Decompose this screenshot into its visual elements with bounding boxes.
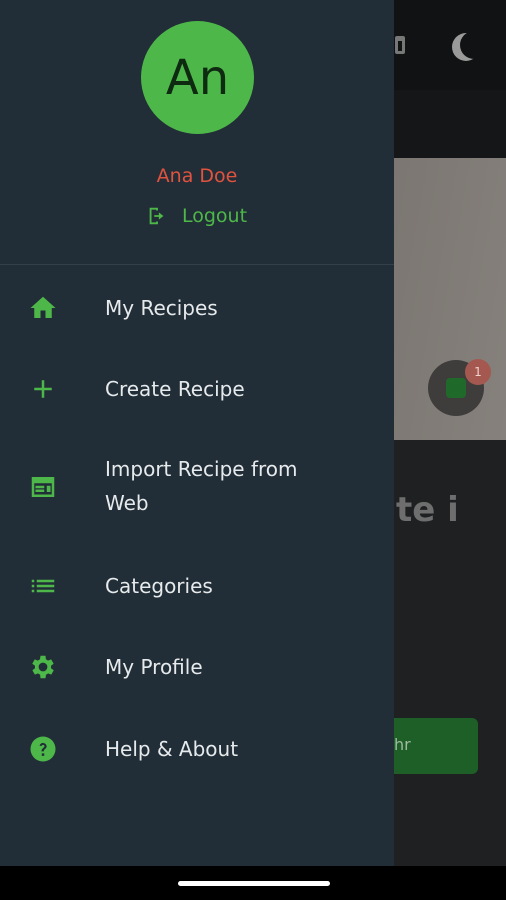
trash-icon[interactable] (395, 36, 405, 54)
recipe-title-fragment: te i (396, 490, 459, 530)
more-button-label: hr (394, 735, 411, 754)
menu-item-help-about[interactable]: Help & About (0, 731, 394, 767)
plus-icon (27, 373, 59, 405)
logout-button[interactable]: Logout (146, 204, 247, 228)
menu-label-categories: Categories (105, 574, 213, 598)
home-icon (27, 292, 59, 324)
cart-badge: 1 (465, 359, 491, 385)
logout-label: Logout (182, 205, 248, 227)
logout-icon (149, 207, 164, 225)
avatar[interactable]: An (141, 21, 254, 134)
navigation-drawer: An Ana Doe Logout My Recipes Create Reci… (0, 0, 394, 866)
menu-item-import-recipe[interactable]: Import Recipe from Web (0, 452, 394, 522)
menu-item-my-profile[interactable]: My Profile (0, 649, 394, 685)
menu-label-help-about: Help & About (105, 737, 239, 761)
home-indicator[interactable] (178, 881, 330, 886)
menu-item-create-recipe[interactable]: Create Recipe (0, 371, 394, 407)
list-icon (27, 570, 59, 602)
drawer-profile-header: An Ana Doe Logout (0, 0, 394, 265)
menu-label-my-recipes: My Recipes (105, 296, 218, 320)
help-icon (27, 733, 59, 765)
menu-label-create-recipe: Create Recipe (105, 377, 245, 401)
cart-icon (446, 378, 466, 398)
user-name: Ana Doe (156, 165, 238, 187)
menu-item-my-recipes[interactable]: My Recipes (0, 290, 394, 326)
web-import-icon (27, 471, 59, 503)
menu-label-my-profile: My Profile (105, 655, 203, 679)
menu-item-categories[interactable]: Categories (0, 568, 394, 604)
dark-mode-icon[interactable] (460, 31, 488, 59)
gear-icon (27, 651, 59, 683)
more-button[interactable]: hr (394, 718, 478, 774)
menu-label-import-recipe: Import Recipe from Web (105, 457, 298, 515)
